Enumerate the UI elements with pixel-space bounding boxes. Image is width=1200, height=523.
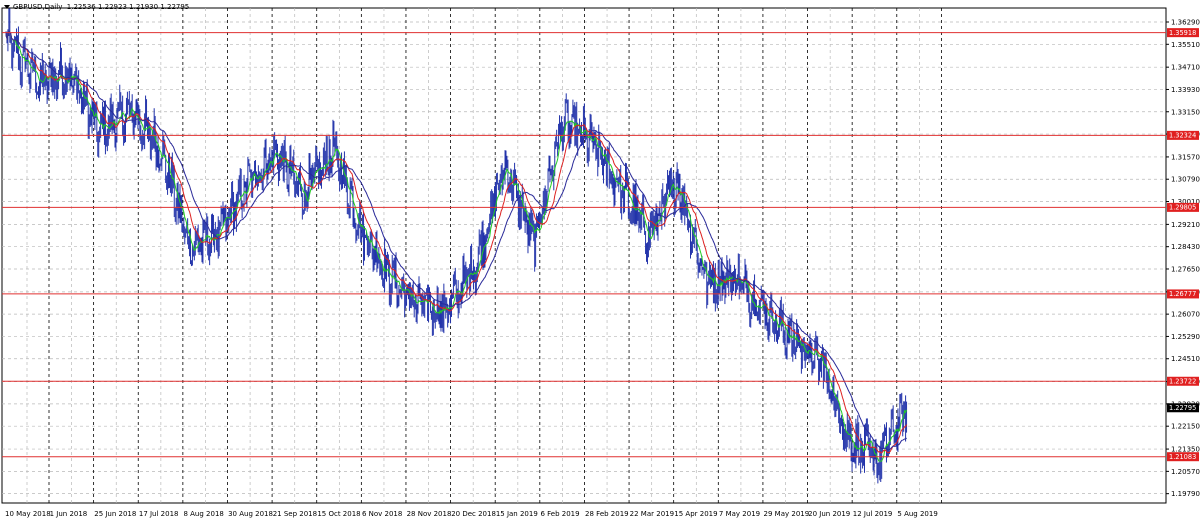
ma-slow-line: [5, 30, 907, 451]
y-tick-label: 1.31570: [1171, 153, 1200, 161]
x-tick-label: 12 Jul 2019: [853, 510, 893, 518]
x-tick-label: 22 Mar 2019: [630, 510, 674, 518]
y-tick-label: 1.30790: [1171, 176, 1200, 184]
y-tick-label: 1.22150: [1171, 423, 1200, 431]
x-tick-label: 21 Sep 2018: [273, 510, 317, 518]
level-label: 1.26777: [1169, 290, 1196, 298]
y-tick-label: 1.27650: [1171, 265, 1200, 273]
y-tick-label: 1.35510: [1171, 41, 1200, 49]
x-tick-label: 1 Jun 2018: [50, 510, 88, 518]
ma-medium-line: [5, 30, 908, 454]
price-chart[interactable]: 1.36290 1.35510 1.34710 1.33930 1.33150 1.323…: [0, 0, 1200, 523]
level-label: 1.29805: [1169, 204, 1196, 212]
x-tick-label: 10 May 2018: [5, 510, 51, 518]
level-label: 1.23722: [1169, 378, 1196, 386]
x-tick-label: 28 Feb 2019: [585, 510, 629, 518]
x-tick-label: 15 Jan 2019: [496, 510, 538, 518]
x-tick-label: 17 Jul 2018: [139, 510, 179, 518]
x-tick-label: 6 Feb 2019: [540, 510, 579, 518]
y-axis-ticks: 1.36290 1.35510 1.34710 1.33930 1.33150 1.323…: [1166, 19, 1200, 498]
level-label: 1.35918: [1169, 29, 1196, 37]
ohlc-values: 1.22536 1.22923 1.21930 1.22795: [66, 3, 190, 11]
x-tick-label: 15 Apr 2019: [674, 510, 717, 518]
plot-frame: [1, 7, 1167, 504]
y-tick-label: 1.28430: [1171, 243, 1200, 251]
y-tick-label: 1.25290: [1171, 333, 1200, 341]
chart-window[interactable]: GBPUSD,Daily 1.22536 1.22923 1.21930 1.2…: [0, 0, 1200, 523]
x-tick-label: 7 May 2019: [719, 510, 760, 518]
x-tick-label: 25 Jun 2018: [94, 510, 136, 518]
level-label: 1.21083: [1169, 453, 1196, 461]
level-label: 1.32324: [1169, 132, 1196, 140]
x-tick-label: 8 Aug 2018: [183, 510, 223, 518]
symbol-label: GBPUSD,Daily: [13, 3, 63, 11]
x-tick-label: 6 Nov 2018: [362, 510, 402, 518]
ma-fast-line: [5, 30, 908, 462]
x-tick-label: 15 Oct 2018: [317, 510, 360, 518]
y-tick-label: 1.34710: [1171, 64, 1200, 72]
y-tick-label: 1.33930: [1171, 86, 1200, 94]
dropdown-triangle-icon[interactable]: [4, 5, 10, 9]
y-tick-label: 1.24510: [1171, 355, 1200, 363]
y-tick-label: 1.29210: [1171, 221, 1200, 229]
y-tick-label: 1.26070: [1171, 311, 1200, 319]
price-bars: [5, 8, 908, 484]
x-tick-label: 20 Jun 2019: [808, 510, 850, 518]
x-tick-label: 30 Aug 2018: [228, 510, 273, 518]
chart-header: GBPUSD,Daily 1.22536 1.22923 1.21930 1.2…: [4, 3, 189, 11]
y-tick-label: 1.20570: [1171, 468, 1200, 476]
x-tick-label: 28 Nov 2018: [407, 510, 452, 518]
x-tick-label: 5 Aug 2019: [897, 510, 937, 518]
x-tick-label: 29 May 2019: [764, 510, 810, 518]
y-tick-label: 1.19790: [1171, 490, 1200, 498]
current-price-label: 1.22795: [1169, 404, 1196, 412]
horizontal-grid: [2, 21, 1166, 495]
x-tick-label: 20 Dec 2018: [451, 510, 496, 518]
y-tick-label: 1.36290: [1171, 19, 1200, 27]
price-levels: 1.35918 1.32324 1.29805 1.26777 1.23722 1.210…: [2, 28, 1199, 462]
y-tick-label: 1.33150: [1171, 108, 1200, 116]
